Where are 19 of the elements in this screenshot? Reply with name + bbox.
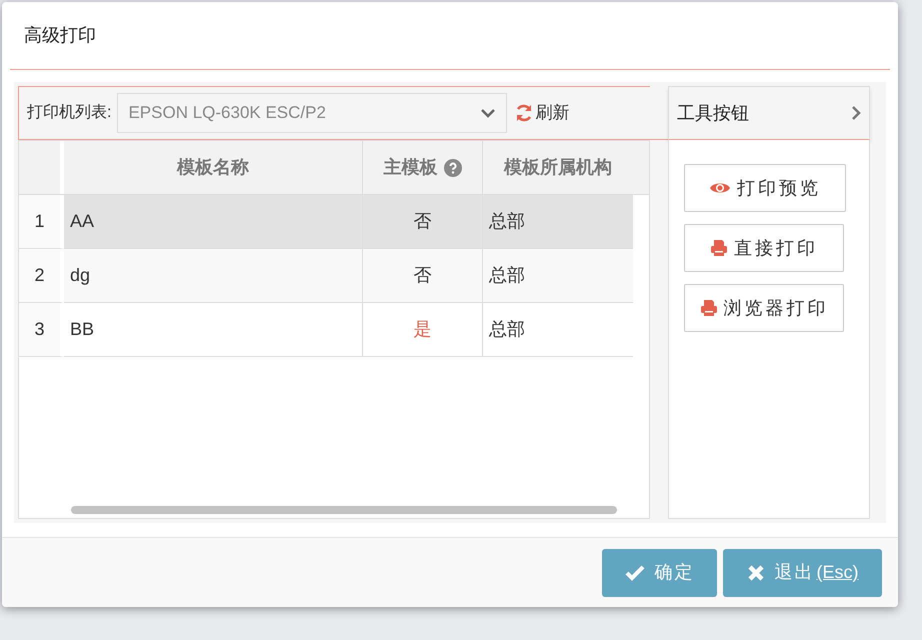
printer-label: 打印机列表: bbox=[27, 102, 112, 123]
column-header: 模板所属机构 bbox=[502, 156, 613, 179]
table-row[interactable]: BB 是 总部 bbox=[64, 303, 633, 357]
tool-button[interactable]: 打印预览 bbox=[684, 164, 846, 212]
row-number: 1 bbox=[19, 195, 64, 249]
column-header: 主模板 bbox=[363, 141, 483, 194]
column-header: 模板名称 bbox=[64, 141, 363, 194]
table-row[interactable]: dg 否 总部 bbox=[64, 249, 633, 303]
tools-header[interactable]: 工具按钮 bbox=[668, 86, 870, 140]
row-number: 3 bbox=[19, 303, 64, 357]
table-cell: 是 bbox=[363, 303, 483, 357]
row-number: 2 bbox=[19, 249, 64, 303]
table-row[interactable]: AA 否 总部 bbox=[64, 195, 633, 249]
dialog-title: 高级打印 bbox=[24, 24, 96, 47]
table-cell: BB bbox=[64, 303, 363, 357]
tool-button[interactable]: 直接打印 bbox=[684, 224, 844, 272]
tool-button[interactable]: 浏览器打印 bbox=[684, 284, 844, 332]
table-cell: 总部 bbox=[483, 303, 633, 357]
refresh-button[interactable]: 刷新 bbox=[515, 100, 570, 126]
